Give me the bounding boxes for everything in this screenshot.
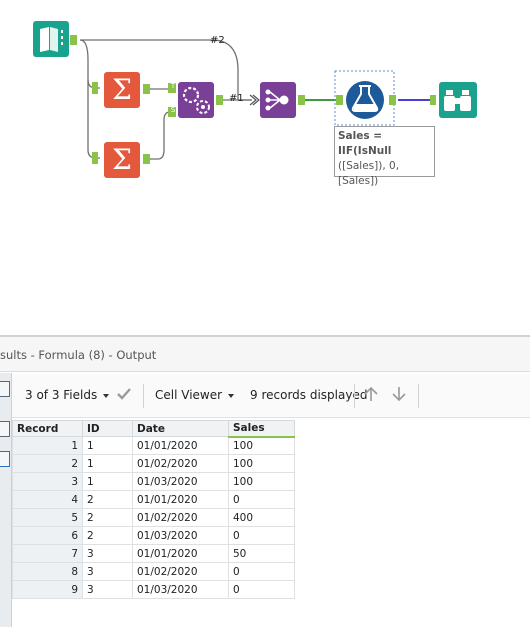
date-cell[interactable]: 01/01/2020 — [132, 490, 229, 509]
connection-label-1: #1 — [229, 93, 244, 104]
input-data-tool[interactable] — [33, 21, 77, 57]
date-cell[interactable]: 01/03/2020 — [132, 580, 229, 599]
id-cell[interactable]: 2 — [82, 508, 133, 527]
date-cell[interactable]: 01/02/2020 — [132, 562, 229, 581]
results-panel: sults - Formula (8) - Output 3 of 3 Fiel… — [0, 335, 530, 627]
table-row[interactable]: 4 2 01/01/2020 0 — [12, 490, 295, 509]
table-row[interactable]: 7 3 01/01/2020 50 — [12, 544, 295, 563]
check-icon[interactable] — [115, 385, 133, 406]
table-row[interactable]: 6 2 01/03/2020 0 — [12, 526, 295, 545]
workflow-canvas[interactable]: Σ Σ #2 #1 T S Sales = IIF(IsNull ([Sales… — [0, 0, 530, 335]
table-row[interactable]: 1 1 01/01/2020 100 — [12, 436, 295, 455]
summarize-tool-1[interactable]: Σ — [92, 72, 150, 108]
svg-text:Σ: Σ — [112, 73, 132, 106]
date-cell[interactable]: 01/02/2020 — [132, 508, 229, 527]
record-cell[interactable]: 7 — [12, 544, 83, 563]
toolbar-divider — [143, 384, 144, 408]
sales-cell[interactable]: 100 — [228, 472, 295, 491]
connection-label-2: #2 — [210, 35, 225, 46]
union-tool[interactable] — [249, 82, 305, 118]
date-cell[interactable]: 01/02/2020 — [132, 454, 229, 473]
sales-cell[interactable]: 0 — [228, 526, 295, 545]
record-cell[interactable]: 3 — [12, 472, 83, 491]
chevron-down-icon — [228, 393, 235, 398]
id-cell[interactable]: 2 — [82, 490, 133, 509]
record-cell[interactable]: 8 — [12, 562, 83, 581]
toolbar-divider — [418, 384, 419, 408]
connection-wires: Σ Σ — [33, 21, 477, 178]
results-toolbar: 3 of 3 Fields Cell Viewer 9 records disp… — [12, 374, 530, 418]
id-cell[interactable]: 3 — [82, 544, 133, 563]
table-row[interactable]: 2 1 01/02/2020 100 — [12, 454, 295, 473]
formula-annotation: Sales = IIF(IsNull ([Sales]), 0, [Sales]… — [334, 126, 435, 187]
results-grid[interactable]: Record ID Date Sales 1 1 01/01/2020 100 2 1 01… — [12, 420, 295, 599]
arrow-down-icon[interactable] — [390, 385, 408, 406]
column-header-id[interactable]: ID — [82, 420, 133, 437]
record-cell[interactable]: 2 — [12, 454, 83, 473]
results-title: sults - Formula (8) - Output — [0, 337, 530, 372]
sales-cell[interactable]: 0 — [228, 580, 295, 599]
table-row[interactable]: 3 1 01/03/2020 100 — [12, 472, 295, 491]
formula-line-2: ([Sales]), 0, — [338, 160, 400, 172]
sales-cell[interactable]: 50 — [228, 544, 295, 563]
arrow-down-glyph — [392, 387, 406, 402]
hexagon-icon[interactable] — [0, 451, 10, 467]
browse-tool[interactable] — [430, 82, 477, 118]
toolbar-divider — [354, 384, 355, 408]
id-cell[interactable]: 3 — [82, 562, 133, 581]
sales-cell[interactable]: 100 — [228, 454, 295, 473]
record-cell[interactable]: 9 — [12, 580, 83, 599]
cell-viewer-dropdown[interactable]: Cell Viewer — [155, 388, 235, 402]
column-header-sales[interactable]: Sales — [228, 420, 295, 438]
record-cell[interactable]: 6 — [12, 526, 83, 545]
column-header-date[interactable]: Date — [132, 420, 229, 437]
join-anchor-t: T — [170, 82, 176, 90]
sales-cell[interactable]: 0 — [228, 562, 295, 581]
formula-line-3: [Sales]) — [338, 175, 379, 187]
cell-viewer-label: Cell Viewer — [155, 388, 223, 402]
fields-label: 3 of 3 Fields — [25, 388, 98, 402]
record-cell[interactable]: 5 — [12, 508, 83, 527]
arrow-up-glyph — [364, 386, 378, 401]
join-tool[interactable] — [168, 82, 223, 118]
table-row[interactable]: 5 2 01/02/2020 400 — [12, 508, 295, 527]
records-count: 9 records displayed — [250, 388, 368, 402]
table-icon[interactable] — [0, 421, 10, 437]
table-row[interactable]: 8 3 01/02/2020 0 — [12, 562, 295, 581]
table-row[interactable]: 9 3 01/03/2020 0 — [12, 580, 295, 599]
date-cell[interactable]: 01/01/2020 — [132, 436, 229, 455]
checkmark-glyph — [117, 388, 131, 400]
date-cell[interactable]: 01/01/2020 — [132, 544, 229, 563]
header-row: Record ID Date Sales — [12, 420, 295, 438]
formula-tool[interactable] — [334, 70, 396, 126]
date-cell[interactable]: 01/03/2020 — [132, 472, 229, 491]
sales-cell[interactable]: 0 — [228, 490, 295, 509]
record-cell[interactable]: 1 — [12, 436, 83, 455]
chevron-down-icon — [103, 393, 110, 398]
results-side-strip — [0, 373, 12, 627]
sales-cell[interactable]: 400 — [228, 508, 295, 527]
id-cell[interactable]: 3 — [82, 580, 133, 599]
id-cell[interactable]: 1 — [82, 436, 133, 455]
record-cell[interactable]: 4 — [12, 490, 83, 509]
join-anchor-s: S — [170, 106, 176, 114]
sales-cell[interactable]: 100 — [228, 436, 295, 455]
id-cell[interactable]: 2 — [82, 526, 133, 545]
id-cell[interactable]: 1 — [82, 454, 133, 473]
svg-text:Σ: Σ — [112, 143, 132, 176]
arrow-up-icon[interactable] — [362, 385, 380, 406]
id-cell[interactable]: 1 — [82, 472, 133, 491]
date-cell[interactable]: 01/03/2020 — [132, 526, 229, 545]
fields-dropdown[interactable]: 3 of 3 Fields — [25, 388, 110, 402]
formula-line-1: Sales = IIF(IsNull — [338, 130, 392, 157]
list-icon[interactable] — [0, 381, 10, 397]
column-header-record[interactable]: Record — [12, 420, 83, 437]
summarize-tool-2[interactable]: Σ — [92, 142, 150, 178]
